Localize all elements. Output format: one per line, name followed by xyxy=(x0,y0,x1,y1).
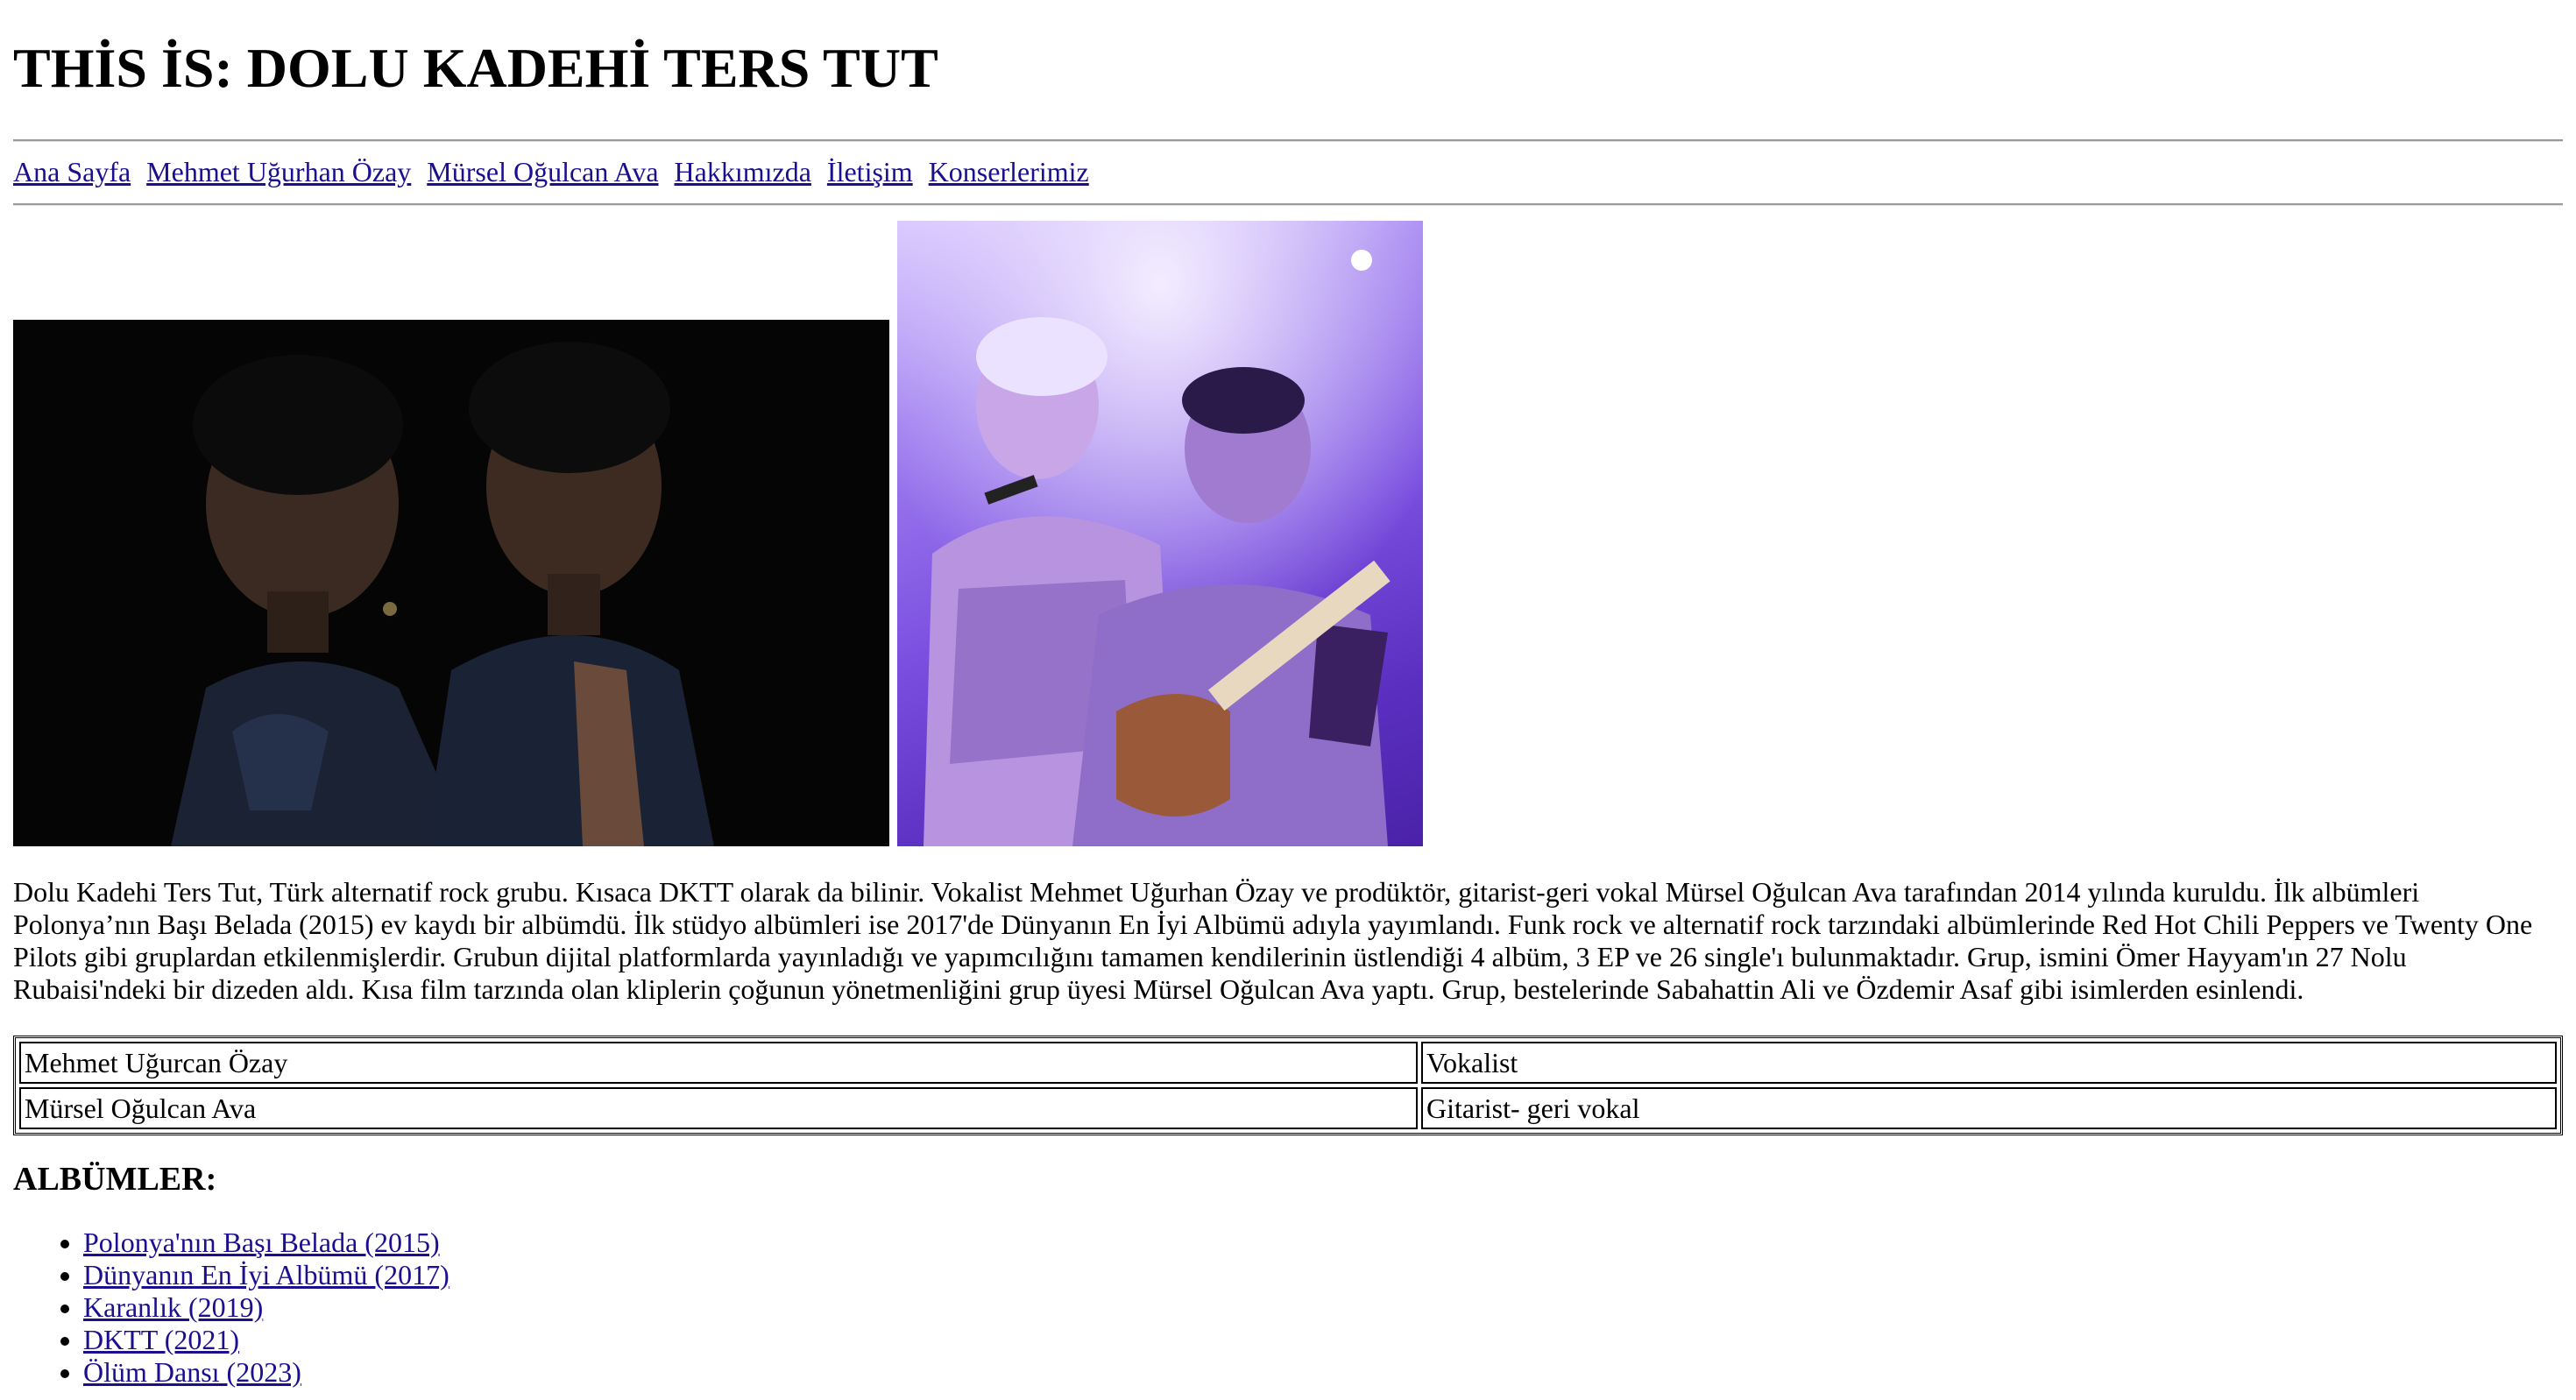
member-name: Mehmet Uğurcan Özay xyxy=(19,1042,1418,1084)
band-photo-concert xyxy=(897,221,1423,846)
list-item: Polonya'nın Başı Belada (2015) xyxy=(83,1227,449,1259)
list-item: Karanlık (2019) xyxy=(83,1291,449,1324)
member-role: Gitarist- geri vokal xyxy=(1421,1087,2557,1129)
list-item: Dünyanın En İyi Albümü (2017) xyxy=(83,1259,449,1291)
list-item: DKTT (2021) xyxy=(83,1324,449,1356)
members-table: Mehmet Uğurcan Özay Vokalist Mürsel Oğul… xyxy=(13,1036,2563,1135)
nav-link-mursel[interactable]: Mürsel Oğulcan Ava xyxy=(427,156,658,187)
nav-link-home[interactable]: Ana Sayfa xyxy=(13,156,131,187)
page-title: THİS İS: DOLU KADEHİ TERS TUT xyxy=(13,37,938,99)
album-link[interactable]: Karanlık (2019) xyxy=(83,1291,263,1323)
list-item: Ölüm Dansı (2023) xyxy=(83,1356,449,1389)
nav-link-contact[interactable]: İletişim xyxy=(827,156,913,187)
member-name: Mürsel Oğulcan Ava xyxy=(19,1087,1418,1129)
album-link[interactable]: Ölüm Dansı (2023) xyxy=(83,1356,301,1388)
band-photo-portrait xyxy=(13,320,889,846)
band-description: Dolu Kadehi Ters Tut, Türk alternatif ro… xyxy=(13,876,2533,1005)
nav-link-mehmet[interactable]: Mehmet Uğurhan Özay xyxy=(146,156,411,187)
table-row: Mehmet Uğurcan Özay Vokalist xyxy=(19,1042,2557,1084)
table-row: Mürsel Oğulcan Ava Gitarist- geri vokal xyxy=(19,1087,2557,1129)
albums-list: Polonya'nın Başı Belada (2015) Dünyanın … xyxy=(13,1227,449,1389)
album-link[interactable]: Polonya'nın Başı Belada (2015) xyxy=(83,1227,440,1258)
album-link[interactable]: DKTT (2021) xyxy=(83,1324,239,1355)
top-divider xyxy=(13,139,2563,142)
member-role: Vokalist xyxy=(1421,1042,2557,1084)
nav-link-concerts[interactable]: Konserlerimiz xyxy=(929,156,1089,187)
album-link[interactable]: Dünyanın En İyi Albümü (2017) xyxy=(83,1259,449,1290)
albums-heading: ALBÜMLER: xyxy=(13,1161,217,1198)
bottom-divider xyxy=(13,203,2563,206)
nav-link-about[interactable]: Hakkımızda xyxy=(675,156,811,187)
main-nav: Ana Sayfa Mehmet Uğurhan Özay Mürsel Oğu… xyxy=(13,154,1098,189)
